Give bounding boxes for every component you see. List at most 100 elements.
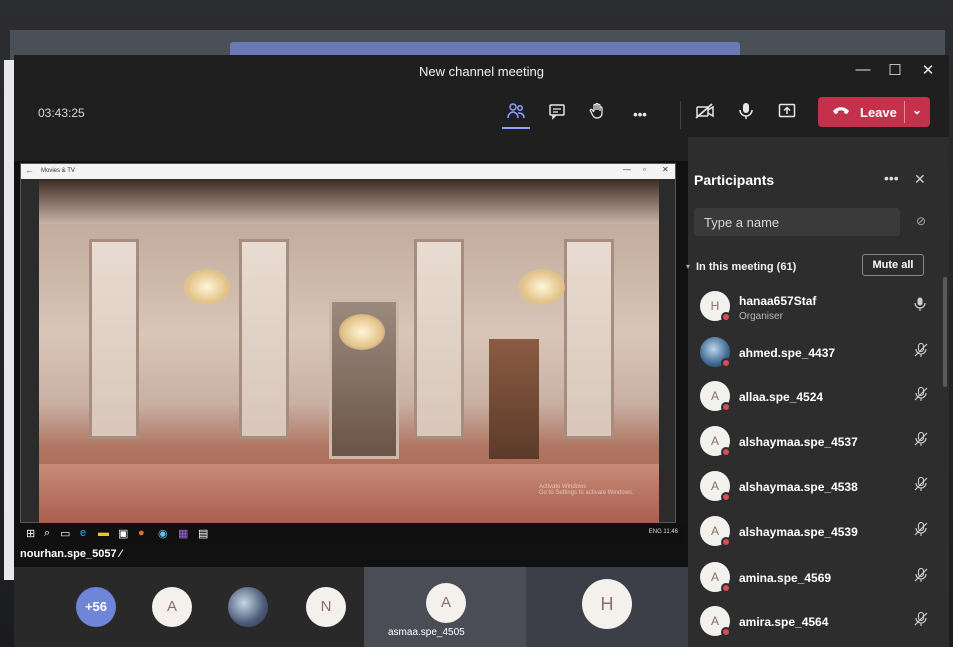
movies-tv-title: Movies & TV [41, 168, 75, 174]
leave-label: Leave [860, 105, 897, 120]
participant-row[interactable]: H hanaa657Staf Organiser [688, 287, 949, 331]
share-screen-icon[interactable] [773, 101, 801, 129]
task-view-icon: ▭ [60, 528, 71, 540]
folder-icon: ▬ [98, 527, 109, 539]
participant-row[interactable]: A alshaymaa.spe_4537 [688, 422, 949, 466]
participant-name: alshaymaa.spe_4537 [739, 435, 858, 449]
participant-name: amina.spe_4569 [739, 571, 832, 585]
window-title: New channel meeting [418, 64, 545, 79]
share-invite-icon[interactable]: ⊘ [916, 214, 926, 228]
video-frame: Activate Windows Go to Settings to activ… [39, 179, 659, 524]
meeting-window: New channel meeting — ☐ ✕ 03:43:25 ••• L… [14, 55, 949, 647]
close-window-button[interactable]: ✕ [917, 61, 939, 79]
microphone-glyph [739, 103, 753, 119]
maximize-button[interactable]: ☐ [884, 61, 906, 79]
title-bar: New channel meeting — ☐ ✕ [14, 55, 949, 89]
mic-muted-icon[interactable] [914, 567, 928, 585]
phone-hangup-glyph [833, 107, 849, 114]
status-badge [721, 312, 731, 322]
gallery-avatar[interactable]: H [582, 579, 632, 629]
meeting-timer: 03:43:25 [38, 106, 85, 120]
video-chandelier [339, 314, 385, 350]
search-icon: ⌕ [44, 527, 51, 539]
mtv-maximize-icon: ▫ [643, 165, 646, 174]
movies-tv-window: ← Movies & TV — ▫ ✕ Activate Windows Go … [20, 163, 676, 524]
video-arch [239, 239, 289, 439]
participant-row[interactable]: ahmed.spe_4437 [688, 333, 949, 377]
status-badge [721, 583, 731, 593]
video-arch [89, 239, 139, 439]
mic-muted-icon[interactable] [914, 342, 928, 360]
gallery-avatar[interactable]: A [152, 587, 192, 627]
mic-muted-icon[interactable] [914, 521, 928, 539]
chat-icon-glyph [549, 104, 565, 120]
gallery-avatar[interactable]: A [426, 583, 466, 623]
mic-glyph [914, 297, 926, 311]
mic-muted-icon[interactable] [914, 431, 928, 449]
video-minbar [489, 339, 539, 459]
camera-off-glyph [695, 103, 714, 119]
raise-hand-icon[interactable] [583, 101, 611, 129]
camera-off-icon[interactable] [691, 101, 719, 129]
mic-muted-glyph [914, 476, 928, 491]
raise-hand-glyph [589, 102, 603, 119]
mic-muted-icon[interactable] [914, 476, 928, 494]
participant-name: hanaa657Staf [739, 294, 817, 308]
microphone-icon[interactable] [914, 297, 926, 314]
leave-divider [904, 101, 905, 123]
people-icon-glyph [507, 103, 525, 119]
system-tray: ENG 11:46 [649, 529, 678, 535]
participant-name: alshaymaa.spe_4538 [739, 480, 858, 494]
status-badge [721, 627, 731, 637]
close-panel-button[interactable]: ✕ [914, 171, 926, 188]
mic-muted-glyph [914, 342, 928, 357]
phone-hangup-icon [832, 103, 850, 119]
participant-row[interactable]: A alshaymaa.spe_4539 [688, 512, 949, 556]
share-screen-glyph [778, 103, 796, 118]
mic-muted-glyph [914, 611, 928, 626]
minimize-button[interactable]: — [852, 61, 874, 78]
status-badge [721, 492, 731, 502]
chrome-icon: ◉ [158, 528, 168, 540]
people-icon[interactable] [502, 101, 530, 129]
mic-muted-icon[interactable] [914, 611, 928, 629]
mic-muted-glyph [914, 521, 928, 536]
participant-name: amira.spe_4564 [739, 615, 829, 629]
firefox-icon: ● [138, 527, 145, 539]
mtv-minimize-icon: — [623, 165, 631, 174]
participant-search-input[interactable] [694, 208, 900, 236]
leave-button[interactable]: Leave ⌄ [818, 97, 930, 127]
participant-name: alshaymaa.spe_4539 [739, 525, 858, 539]
status-badge [721, 537, 731, 547]
caret-down-icon[interactable]: ▾ [686, 262, 690, 271]
mute-all-button[interactable]: Mute all [862, 254, 924, 276]
gallery-photo-avatar[interactable] [228, 587, 268, 627]
participant-row[interactable]: A allaa.spe_4524 [688, 377, 949, 421]
more-options-button[interactable]: ••• [626, 101, 654, 129]
status-badge [721, 447, 731, 457]
gallery-avatar[interactable]: N [306, 587, 346, 627]
photos-icon: ▦ [178, 528, 189, 540]
microphone-icon[interactable] [732, 101, 760, 129]
mic-muted-icon[interactable] [914, 386, 928, 404]
participant-row[interactable]: A amira.spe_4564 [688, 602, 949, 646]
status-badge [721, 402, 731, 412]
meeting-toolbar: 03:43:25 ••• Leave ⌄ [14, 91, 949, 137]
movies-tv-titlebar: ← Movies & TV — ▫ ✕ [21, 164, 675, 179]
participant-gallery: +56 A N A H [14, 567, 688, 647]
participant-row[interactable]: A amina.spe_4569 [688, 558, 949, 602]
back-arrow-icon: ← [25, 165, 34, 175]
shared-screen-stage: ← Movies & TV — ▫ ✕ Activate Windows Go … [14, 161, 688, 567]
participant-row[interactable]: A alshaymaa.spe_4538 [688, 467, 949, 511]
more-participants-badge[interactable]: +56 [76, 587, 116, 627]
chevron-down-icon[interactable]: ⌄ [912, 103, 922, 117]
participant-name: ahmed.spe_4437 [739, 346, 836, 360]
shared-taskbar: ⊞ ⌕ ▭ e ▬ ▣ ● ◉ ▦ ▤ ENG 11:46 [20, 523, 686, 545]
gallery-tile-label: asmaa.spe_4505 [388, 627, 465, 638]
in-meeting-section-label[interactable]: In this meeting (61) [696, 261, 796, 273]
participants-title: Participants [694, 172, 775, 188]
participants-more-button[interactable]: ••• [884, 170, 899, 186]
mic-muted-glyph [914, 386, 928, 401]
windows-start-icon: ⊞ [26, 528, 36, 540]
chat-icon[interactable] [543, 101, 571, 129]
